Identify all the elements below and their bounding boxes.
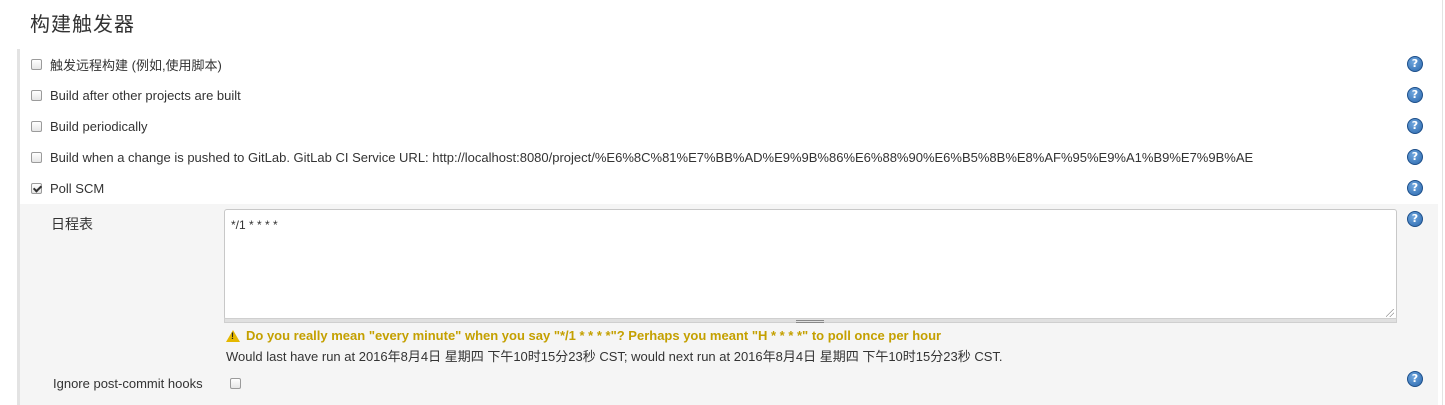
ignore-post-commit-hooks-label: Ignore post-commit hooks	[53, 376, 203, 391]
help-icon[interactable]: ?	[1407, 371, 1423, 387]
trigger-remote-build-row: 触发远程构建 (例如,使用脚本) ?	[20, 49, 1438, 79]
schedule-value: */1 * * * *	[231, 218, 278, 232]
help-icon[interactable]: ?	[1407, 118, 1423, 134]
trigger-periodically-label[interactable]: Build periodically	[50, 119, 148, 134]
trigger-remote-build-checkbox[interactable]	[31, 58, 42, 70]
schedule-textarea[interactable]: */1 * * * *	[224, 209, 1397, 320]
trigger-gitlab-push-label[interactable]: Build when a change is pushed to GitLab.…	[50, 150, 1253, 165]
trigger-poll-scm-checkbox[interactable]	[31, 182, 42, 194]
ignore-post-commit-hooks-checkbox[interactable]	[230, 378, 241, 389]
help-icon[interactable]: ?	[1407, 87, 1423, 103]
schedule-warning-text: Do you really mean "every minute" when y…	[246, 328, 942, 343]
trigger-remote-build-label[interactable]: 触发远程构建 (例如,使用脚本)	[50, 55, 222, 74]
schedule-label: 日程表	[51, 217, 93, 233]
schedule-info-text: Would last have run at 2016年8月4日 星期四 下午1…	[226, 349, 1003, 364]
trigger-poll-scm-row: Poll SCM ?	[20, 173, 1438, 203]
trigger-after-other-projects-label[interactable]: Build after other projects are built	[50, 88, 241, 103]
warning-icon	[226, 329, 240, 342]
help-icon[interactable]: ?	[1407, 56, 1423, 72]
resize-grip-icon[interactable]	[1386, 309, 1394, 317]
trigger-gitlab-push-checkbox[interactable]	[31, 151, 42, 163]
trigger-after-other-projects-row: Build after other projects are built ?	[20, 80, 1438, 110]
trigger-after-other-projects-checkbox[interactable]	[31, 89, 42, 101]
section-right-edge	[1442, 0, 1443, 405]
help-icon[interactable]: ?	[1407, 211, 1423, 227]
schedule-warning: Do you really mean "every minute" when y…	[226, 328, 941, 343]
section-title: 构建触发器	[30, 12, 135, 36]
trigger-periodically-row: Build periodically ?	[20, 111, 1438, 141]
help-icon[interactable]: ?	[1407, 149, 1423, 165]
trigger-gitlab-push-row: Build when a change is pushed to GitLab.…	[20, 142, 1438, 172]
help-icon[interactable]: ?	[1407, 180, 1423, 196]
textarea-expand-handle[interactable]	[224, 318, 1397, 323]
trigger-poll-scm-label[interactable]: Poll SCM	[50, 181, 104, 196]
trigger-periodically-checkbox[interactable]	[31, 120, 42, 132]
